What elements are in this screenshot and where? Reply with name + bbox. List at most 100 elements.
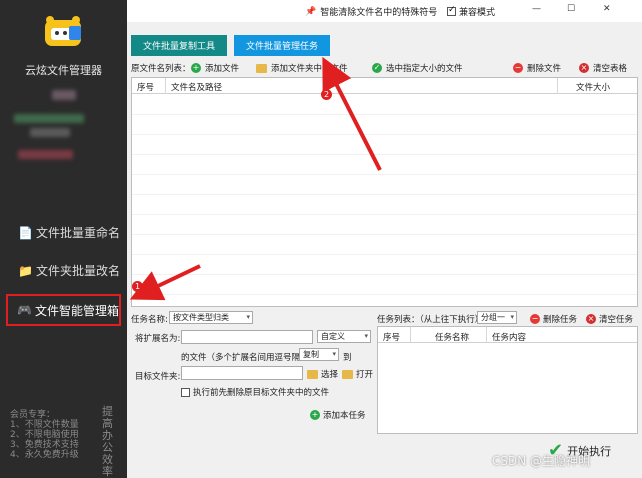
blurred-info	[18, 150, 73, 159]
blurred-info	[14, 114, 84, 123]
chevron-down-icon: ▾	[364, 332, 368, 340]
folder-open-icon	[342, 369, 353, 379]
clear-task-label: 清空任务	[599, 315, 634, 325]
select-label: 选择	[321, 370, 339, 380]
sidebar: 云炫文件管理器 📄 文件批量重命名 📁 文件夹批量改名 🎮 文件智能管理箱 会员…	[0, 0, 127, 478]
col-task-content[interactable]: 任务内容	[492, 331, 526, 343]
clear-before-option[interactable]: 执行前先删除原目标文件夹中的文件	[181, 386, 329, 398]
task-name-select[interactable]: 按文件类型归类 ▾	[169, 311, 253, 324]
folder-icon	[307, 369, 318, 379]
document-icon: 📄	[18, 225, 33, 240]
clear-before-checkbox[interactable]	[181, 387, 190, 397]
folder-add-icon	[256, 63, 267, 73]
sidebar-item-label: 文件智能管理箱	[34, 303, 119, 318]
minus-circle-icon: −	[513, 63, 523, 73]
clear-before-label: 执行前先删除原目标文件夹中的文件	[193, 388, 330, 398]
member-line: 会员专享：	[10, 410, 56, 420]
chevron-down-icon: ▾	[246, 313, 250, 321]
minimize-icon[interactable]: —	[532, 4, 541, 14]
file-table-header: 序号 文件名及路径 文件大小	[132, 78, 637, 94]
watermark: CSDN @生隐神明	[492, 454, 591, 468]
tab-batch-copy[interactable]: 文件批量复制工具	[131, 35, 227, 56]
sidebar-item-smart-manager[interactable]: 🎮 文件智能管理箱	[6, 294, 121, 326]
add-file-label: 添加文件	[205, 64, 240, 74]
minus-circle-icon: −	[530, 314, 540, 324]
delete-task-label: 删除任务	[543, 315, 578, 325]
delete-task-button[interactable]: − 删除任务	[530, 313, 577, 325]
add-task-button[interactable]: + 添加本任务	[310, 409, 366, 421]
target-folder-label: 目标文件夹:	[135, 372, 181, 382]
delete-file-button[interactable]: − 删除文件	[513, 62, 561, 74]
gamepad-icon: 🎮	[17, 303, 32, 317]
source-list-label: 原文件名列表：	[131, 64, 191, 74]
member-benefits: 会员专享： 1、不限文件数量 2、不限电脑使用 3、免费技术支持 4、永久免费升…	[10, 410, 100, 460]
select-by-size-button[interactable]: ✓ 选中指定大小的文件	[372, 62, 463, 74]
sidebar-item-batch-rename[interactable]: 📄 文件批量重命名	[18, 224, 120, 241]
sidebar-item-label: 文件夹批量改名	[35, 264, 120, 278]
member-line: 2、不限电脑使用	[10, 430, 79, 440]
clear-table-button[interactable]: × 清空表格	[579, 62, 627, 74]
task-table-header: 序号 任务名称 任务内容	[378, 327, 637, 343]
target-folder-input[interactable]	[181, 366, 303, 380]
action-value: 复制	[303, 350, 319, 359]
ext-mode-value: 自定义	[321, 332, 345, 341]
col-path[interactable]: 文件名及路径	[171, 81, 222, 93]
tab-batch-manage[interactable]: 文件批量管理任务	[234, 35, 330, 56]
clear-task-button[interactable]: × 清空任务	[586, 313, 633, 325]
file-toolbar: 原文件名列表： + 添加文件 添加文件夹中的文件 ✓ 选中指定大小的文件 − 删…	[127, 60, 642, 76]
app-logo-icon	[45, 16, 81, 46]
file-table[interactable]: 序号 文件名及路径 文件大小	[131, 77, 638, 307]
task-form: 任务名称: 按文件类型归类 ▾ 将扩展名为: 自定义 ▾ 的文件（多个扩展名间用逗号…	[127, 308, 373, 478]
add-file-button[interactable]: + 添加文件	[191, 62, 239, 74]
to-text: 到	[343, 353, 352, 363]
sidebar-item-folder-rename[interactable]: 📁 文件夹批量改名	[18, 262, 120, 279]
open-folder-button[interactable]: 打开	[342, 368, 373, 380]
compat-checkbox[interactable]	[447, 5, 456, 16]
ext-description: 的文件（多个扩展名间用逗号隔开）	[181, 353, 318, 363]
col-task-name[interactable]: 任务名称	[435, 331, 469, 343]
add-folder-label: 添加文件夹中的文件	[271, 64, 348, 74]
annotation-badge-1: 1	[132, 281, 143, 292]
blurred-info	[52, 90, 76, 100]
ext-input[interactable]	[181, 330, 313, 344]
task-name-value: 按文件类型归类	[173, 313, 229, 322]
plus-icon: +	[310, 410, 320, 420]
clear-x-icon: ×	[579, 63, 589, 73]
select-folder-button[interactable]: 选择	[307, 368, 338, 380]
slogan-vertical: 提高办公效率	[102, 405, 113, 478]
chevron-down-icon: ▾	[332, 350, 336, 358]
col-index[interactable]: 序号	[383, 331, 400, 343]
compat-mode-toggle[interactable]: 兼容模式	[447, 5, 495, 18]
window-title-text: 智能清除文件名中的特殊符号	[320, 8, 438, 18]
col-size[interactable]: 文件大小	[576, 81, 610, 93]
add-task-label: 添加本任务	[323, 411, 366, 421]
action-select[interactable]: 复制 ▾	[299, 348, 339, 361]
annotation-badge-2: 2	[321, 89, 332, 100]
member-line: 4、永久免费升级	[10, 450, 79, 460]
add-folder-files-button[interactable]: 添加文件夹中的文件	[256, 62, 348, 74]
select-by-size-label: 选中指定大小的文件	[386, 64, 463, 74]
member-line: 3、免费技术支持	[10, 440, 79, 450]
folder-icon: 📁	[18, 263, 33, 278]
col-index[interactable]: 序号	[137, 81, 154, 93]
compat-label: 兼容模式	[459, 8, 496, 18]
clear-table-label: 清空表格	[593, 64, 628, 74]
maximize-icon[interactable]: ☐	[567, 4, 575, 14]
title-bar: 📌 智能清除文件名中的特殊符号 兼容模式 — ☐ ✕	[127, 0, 642, 22]
group-select[interactable]: 分组一 ▾	[477, 311, 517, 324]
chevron-down-icon: ▾	[510, 313, 514, 321]
open-label: 打开	[356, 370, 374, 380]
app-name: 云炫文件管理器	[25, 64, 102, 77]
ext-mode-select[interactable]: 自定义 ▾	[317, 330, 371, 343]
sidebar-item-label: 文件批量重命名	[35, 226, 120, 240]
check-circle-icon: ✓	[372, 63, 382, 73]
ext-label: 将扩展名为:	[135, 334, 181, 344]
close-icon[interactable]: ✕	[603, 4, 611, 14]
task-name-label: 任务名称:	[131, 315, 168, 325]
clear-x-icon: ×	[586, 314, 596, 324]
blurred-info	[30, 128, 70, 137]
member-line: 1、不限文件数量	[10, 420, 79, 430]
task-table[interactable]: 序号 任务名称 任务内容	[377, 326, 638, 434]
task-list-label: 任务列表：（从上往下执行）	[377, 315, 484, 325]
window-title: 📌 智能清除文件名中的特殊符号	[305, 5, 438, 19]
